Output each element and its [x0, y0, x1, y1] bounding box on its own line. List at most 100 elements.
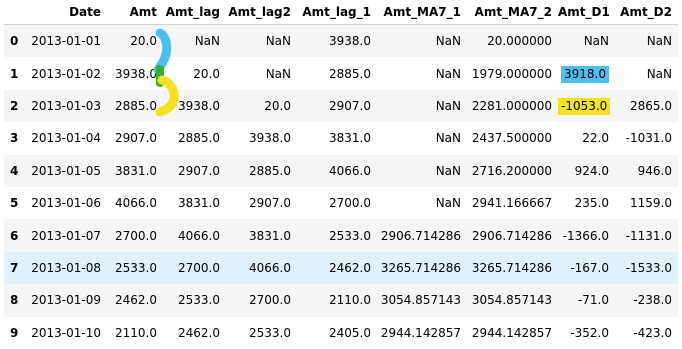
table-cell: -238.0 — [633, 293, 672, 308]
index-header — [4, 0, 30, 25]
row-index: 9 — [10, 325, 19, 340]
table-cell: 2013-01-08 — [31, 260, 101, 275]
dataframe-table: Date Amt Amt_lag Amt_lag2 Amt_lag_1 Amt_MA7_1… — [4, 0, 678, 349]
table-cell: 20.0 — [193, 66, 220, 81]
table-cell: 2885.0 — [178, 131, 220, 146]
table-cell: 2906.714286 — [380, 228, 461, 243]
column-header: Amt_lag2 — [226, 0, 297, 25]
table-cell: 2437.500000 — [471, 131, 552, 146]
table-cell: 2907.0 — [329, 98, 371, 113]
table-cell: 1979.000000 — [471, 66, 552, 81]
table-cell: NaN — [583, 34, 609, 49]
column-header: Amt — [107, 0, 163, 25]
table-cell: 2700.0 — [329, 196, 371, 211]
table-cell: 2013-01-09 — [31, 293, 101, 308]
table-cell: 3831.0 — [178, 196, 220, 211]
table-cell: 2533.0 — [329, 228, 371, 243]
table-row[interactable]: 5 2013-01-06 4066.0 3831.0 2907.0 2700.0 NaN 29… — [4, 186, 678, 220]
table-row[interactable]: 0 2013-01-01 20.0 NaN NaN 3938.0 NaN 20.000000 N… — [4, 24, 678, 58]
column-header: Amt_lag — [163, 0, 226, 25]
table-cell: 2865.0 — [630, 98, 672, 113]
table-cell: 924.0 — [574, 163, 609, 178]
table-cell: 2405.0 — [329, 325, 371, 340]
highlighted-value: 3918.0 — [561, 65, 609, 83]
table-cell: 20.000000 — [487, 34, 552, 49]
table-cell: 4066.0 — [329, 163, 371, 178]
table-cell: 4066.0 — [178, 228, 220, 243]
table-cell: -1131.0 — [625, 228, 672, 243]
table-cell: 2462.0 — [115, 293, 157, 308]
table-row[interactable]: 7 2013-01-08 2533.0 2700.0 4066.0 2462.0 3265.… — [4, 251, 678, 285]
table-cell: -423.0 — [633, 325, 672, 340]
row-index: 3 — [10, 131, 19, 146]
table-cell: NaN — [194, 34, 220, 49]
table-cell: 2533.0 — [115, 260, 157, 275]
table-cell: 2944.142857 — [471, 325, 552, 340]
table-cell: 3938.0 — [249, 131, 291, 146]
table-cell: 2885.0 — [115, 98, 157, 113]
table-cell: 2013-01-10 — [31, 325, 101, 340]
table-cell: 3918.0 — [558, 57, 615, 89]
table-cell: 2700.0 — [115, 228, 157, 243]
table-cell: 3054.857143 — [380, 293, 461, 308]
table-cell: 2013-01-04 — [31, 131, 101, 146]
row-index: 2 — [10, 98, 19, 113]
table-body: 0 2013-01-01 20.0 NaN NaN 3938.0 NaN 20.000000 N… — [4, 24, 678, 349]
table-row[interactable]: 6 2013-01-07 2700.0 4066.0 3831.0 2533.0 2906.… — [4, 219, 678, 252]
table-cell: 2013-01-01 — [31, 34, 101, 49]
table-cell: 4066.0 — [115, 196, 157, 211]
column-header: Amt_MA7_1 — [377, 0, 467, 25]
row-index: 4 — [10, 163, 19, 178]
table-cell: 20.0 — [264, 98, 291, 113]
table-cell: 2941.166667 — [471, 196, 552, 211]
table-cell: 3265.714286 — [380, 260, 461, 275]
column-header: Amt_D1 — [558, 0, 615, 25]
table-cell: NaN — [265, 66, 291, 81]
table-cell: 946.0 — [637, 163, 672, 178]
header-row: Date Amt Amt_lag Amt_lag2 Amt_lag_1 Amt_MA7_1… — [4, 0, 678, 25]
table-cell: 3831.0 — [115, 163, 157, 178]
table-cell: -1533.0 — [625, 260, 672, 275]
table-cell: -71.0 — [577, 293, 609, 308]
row-index: 5 — [10, 196, 19, 211]
table-cell: 2885.0 — [249, 163, 291, 178]
table-cell: 20.0 — [130, 34, 157, 49]
table-cell: 2013-01-02 — [31, 66, 101, 81]
table-row[interactable]: 2 2013-01-03 2885.0 3938.0 20.0 2907.0 NaN 2281… — [4, 89, 678, 123]
table-cell: NaN — [435, 98, 461, 113]
table-cell: 3831.0 — [329, 131, 371, 146]
table-row[interactable]: 1 2013-01-02 3938.0 20.0 NaN 2885.0 NaN 1979.00… — [4, 57, 678, 90]
table-cell: 2110.0 — [115, 325, 157, 340]
table-cell: NaN — [435, 66, 461, 81]
table-cell: 3938.0 — [329, 34, 371, 49]
table-cell: NaN — [435, 131, 461, 146]
table-cell: NaN — [435, 34, 461, 49]
table-cell: 2110.0 — [329, 293, 371, 308]
table-row[interactable]: 8 2013-01-09 2462.0 2533.0 2700.0 2110.0 3054.… — [4, 284, 678, 317]
table-cell: 2944.142857 — [380, 325, 461, 340]
table-cell: -1031.0 — [625, 131, 672, 146]
table-cell: 3938.0 — [115, 66, 157, 81]
table-cell: 22.0 — [582, 131, 609, 146]
table-cell: 2013-01-07 — [31, 228, 101, 243]
table-cell: NaN — [646, 66, 672, 81]
table-cell: NaN — [646, 34, 672, 49]
table-cell: 2907.0 — [178, 163, 220, 178]
row-index: 8 — [10, 293, 19, 308]
table-row[interactable]: 3 2013-01-04 2907.0 2885.0 3938.0 3831.0 NaN 24… — [4, 122, 678, 155]
column-header: Amt_lag_1 — [297, 0, 377, 25]
table-cell: 1159.0 — [630, 196, 672, 211]
table-cell: -1053.0 — [558, 90, 615, 122]
table-cell: 2533.0 — [178, 293, 220, 308]
table-row[interactable]: 4 2013-01-05 3831.0 2907.0 2885.0 4066.0 NaN 27… — [4, 154, 678, 187]
table-cell: 3054.857143 — [471, 293, 552, 308]
table-cell: -167.0 — [570, 260, 609, 275]
table-cell: NaN — [435, 163, 461, 178]
table-row[interactable]: 9 2013-01-10 2110.0 2462.0 2533.0 2405.0 2944.… — [4, 316, 678, 349]
table-cell: 2013-01-05 — [31, 163, 101, 178]
row-index: 0 — [10, 34, 19, 49]
table-cell: 2716.200000 — [471, 163, 552, 178]
row-index: 1 — [10, 66, 19, 81]
row-index: 6 — [10, 228, 19, 243]
column-header: Amt_D2 — [615, 0, 678, 25]
